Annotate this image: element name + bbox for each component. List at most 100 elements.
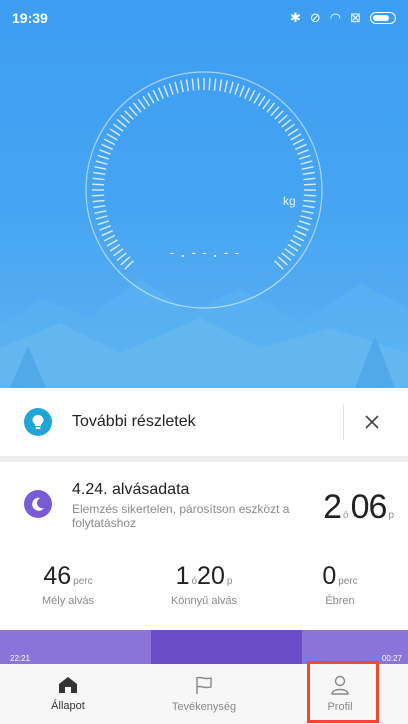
gauge-tick	[301, 210, 314, 214]
weight-hero: 19:39 ✱ ⊘ ◠ ⊠ kg -.--.--	[0, 0, 408, 388]
gauge-tick	[262, 98, 271, 110]
gauge-tick	[297, 149, 309, 155]
gauge-tick	[116, 118, 127, 128]
gauge-tick	[303, 177, 316, 181]
gauge-tick	[92, 177, 105, 181]
stat-deep-sleep: 46 perc Mély alvás	[0, 562, 136, 607]
stat-unit: p	[226, 576, 233, 587]
gauge-tick	[94, 166, 107, 170]
sleep-card[interactable]: 4.24. alvásadata Elemzés sikertelen, pár…	[0, 462, 408, 630]
details-divider	[343, 404, 344, 440]
gauge-tick	[208, 78, 211, 91]
gauge-tick	[295, 143, 307, 150]
gauge-tick	[274, 110, 284, 120]
details-card[interactable]: További részletek	[0, 388, 408, 456]
stat-value: 46	[43, 562, 72, 590]
gauge-tick	[297, 225, 309, 231]
nav-item-allapot[interactable]: Állapot	[0, 664, 136, 724]
gauge-tick	[92, 194, 105, 197]
gauge-tick	[103, 138, 116, 146]
flag-icon	[196, 676, 212, 694]
stat-value: 0	[322, 562, 337, 590]
gauge-tick	[274, 260, 284, 270]
gauge-tick	[112, 123, 124, 132]
gauge-tick	[277, 114, 288, 124]
stat-unit: perc	[73, 576, 93, 587]
gauge-tick	[180, 80, 184, 93]
gauge-tick	[95, 160, 108, 165]
gauge-tick	[168, 83, 174, 96]
gauge-tick	[213, 78, 217, 91]
gauge-tick	[94, 210, 107, 214]
gauge-tick	[303, 199, 316, 203]
gauge-tick	[99, 149, 111, 155]
gauge-tick	[301, 166, 314, 170]
gauge-tick	[253, 92, 261, 104]
gauge-tick	[163, 85, 169, 97]
gauge-tick	[287, 128, 299, 137]
gauge-tick	[290, 133, 302, 141]
gauge-tick	[93, 171, 106, 176]
gauge-tick	[302, 171, 315, 176]
stat-awake: 0 perc Ébren	[272, 562, 408, 607]
gauge-tick	[132, 102, 142, 113]
gauge-tick	[109, 128, 121, 137]
sleep-title: 4.24. alvásadata	[72, 481, 190, 498]
gauge-tick	[106, 239, 118, 247]
gauge-tick	[120, 256, 131, 266]
close-button[interactable]	[358, 408, 386, 436]
gauge-tick	[287, 243, 299, 252]
gauge-tick	[197, 78, 200, 91]
gauge-tick	[106, 133, 118, 141]
gauge-tick	[93, 204, 106, 209]
gauge-tick	[124, 260, 134, 270]
gauge-tick	[284, 248, 296, 257]
gauge-tick	[270, 106, 280, 117]
gauge-tick	[244, 87, 251, 99]
gauge-tick	[101, 143, 113, 150]
total-minutes: 06	[350, 488, 388, 526]
gauge-tick	[191, 78, 195, 91]
stat-light-sleep: 1 ó 20 p Könnyű alvás	[136, 562, 272, 607]
total-hours: 2	[323, 488, 342, 526]
sleep-subtitle: Elemzés sikertelen, párosítson eszközt a…	[72, 502, 290, 530]
sleep-timeline[interactable]: 22:21 00:27	[0, 630, 408, 664]
gauge-tick	[239, 85, 245, 97]
nav-item-tevekenyseg[interactable]: Tevékenység	[136, 664, 272, 724]
gauge-tick	[147, 92, 155, 104]
close-icon	[365, 415, 379, 429]
gauge-tick	[152, 89, 160, 102]
lightbulb-icon	[24, 408, 52, 436]
gauge-tick	[300, 160, 313, 165]
gauge-tick	[185, 79, 190, 92]
gauge-tick	[112, 248, 124, 257]
timeline-end: 00:27	[381, 654, 402, 663]
sleep-stats: 46 perc Mély alvás 1 ó 20 p Könnyű alvás…	[0, 562, 408, 607]
stat-value: 1	[175, 562, 190, 590]
gauge-tick	[303, 183, 316, 186]
gauge-tick	[92, 183, 105, 186]
gauge-tick	[95, 215, 108, 220]
sleep-total: 2 ó 06 p	[323, 488, 396, 527]
gauge-tick	[277, 256, 288, 266]
gauge-tick	[157, 87, 164, 99]
gauge-tick	[109, 243, 121, 252]
details-label: További részletek	[72, 413, 196, 430]
stat-unit: perc	[338, 576, 358, 587]
gauge-tick	[284, 123, 296, 132]
gauge-tick	[124, 110, 134, 120]
gauge-tick	[128, 106, 138, 117]
hours-unit: ó	[343, 510, 349, 521]
gauge-tick	[281, 118, 292, 128]
gauge-tick	[142, 95, 151, 107]
gauge-tick	[303, 194, 316, 197]
gauge-tick	[97, 220, 110, 226]
gauge-tick	[224, 80, 228, 93]
weight-gauge	[85, 71, 323, 309]
gauge-tick	[302, 204, 315, 209]
stat-label: Mély alvás	[42, 595, 94, 607]
gauge-tick	[248, 89, 256, 102]
gauge-tick	[116, 252, 127, 262]
gauge-tick	[120, 114, 131, 124]
gauge-tick	[137, 98, 146, 110]
